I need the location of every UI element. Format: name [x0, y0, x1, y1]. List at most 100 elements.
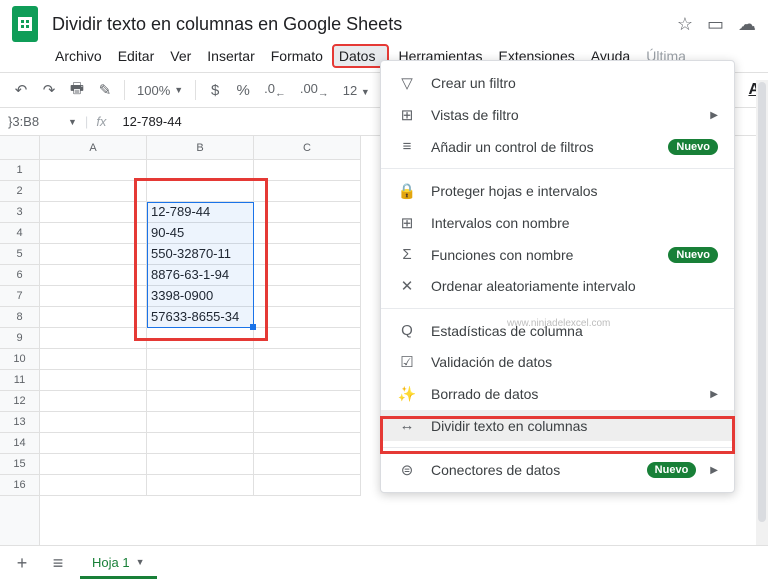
menu-item-validación-de-datos[interactable]: ☑Validación de datos — [381, 346, 734, 378]
chevron-down-icon[interactable]: ▼ — [136, 557, 145, 567]
cell[interactable] — [254, 412, 361, 433]
cell[interactable] — [254, 328, 361, 349]
percent-icon[interactable]: % — [230, 77, 256, 103]
cell[interactable] — [147, 412, 254, 433]
cell[interactable] — [254, 223, 361, 244]
cell[interactable] — [40, 412, 147, 433]
print-icon[interactable]: 🖶 — [64, 77, 90, 103]
currency-icon[interactable]: $ — [202, 77, 228, 103]
menu-item-funciones-con-nombre[interactable]: ΣFunciones con nombreNuevo — [381, 239, 734, 270]
menu-item-intervalos-con-nombre[interactable]: ⊞Intervalos con nombre — [381, 207, 734, 239]
cell[interactable] — [147, 181, 254, 202]
sheet-tab[interactable]: Hoja 1▼ — [80, 549, 157, 579]
cell[interactable] — [40, 391, 147, 412]
cell[interactable] — [254, 391, 361, 412]
sheets-logo[interactable] — [12, 6, 38, 42]
cell[interactable] — [254, 181, 361, 202]
document-title[interactable]: Dividir texto en columnas en Google Shee… — [48, 12, 667, 37]
menu-item-ordenar-aleatoriamente-intervalo[interactable]: ✕Ordenar aleatoriamente intervalo — [381, 270, 734, 302]
zoom-dropdown[interactable]: 100%▼ — [131, 83, 189, 98]
cell[interactable] — [254, 433, 361, 454]
cell[interactable] — [40, 202, 147, 223]
cell[interactable]: 12-789-44 — [147, 202, 254, 223]
undo-icon[interactable]: ↶ — [8, 77, 34, 103]
row-header[interactable]: 12 — [0, 391, 39, 412]
row-header[interactable]: 10 — [0, 349, 39, 370]
row-header[interactable]: 16 — [0, 475, 39, 496]
cell[interactable] — [147, 454, 254, 475]
cell[interactable] — [254, 475, 361, 496]
menu-item-borrado-de-datos[interactable]: ✨Borrado de datos▶ — [381, 378, 734, 410]
cell[interactable] — [147, 391, 254, 412]
cell[interactable] — [254, 265, 361, 286]
cell[interactable] — [147, 328, 254, 349]
select-all-corner[interactable] — [0, 136, 40, 160]
row-header[interactable]: 8 — [0, 307, 39, 328]
cell[interactable] — [147, 349, 254, 370]
cloud-icon[interactable]: ☁ — [738, 14, 756, 35]
cell[interactable] — [147, 475, 254, 496]
cell-reference[interactable]: }3:B8 — [8, 114, 68, 129]
cell[interactable] — [147, 160, 254, 181]
row-header[interactable]: 13 — [0, 412, 39, 433]
menu-item-conectores-de-datos[interactable]: ⊜Conectores de datosNuevo▶ — [381, 454, 734, 486]
move-icon[interactable]: ▭ — [707, 14, 724, 35]
row-header[interactable]: 14 — [0, 433, 39, 454]
increase-decimal-icon[interactable]: .00→ — [294, 81, 335, 100]
col-header-b[interactable]: B — [147, 136, 254, 159]
col-header-c[interactable]: C — [254, 136, 361, 159]
menu-item-dividir-texto-en-columnas[interactable]: ↔Dividir texto en columnas — [381, 410, 734, 441]
cell[interactable] — [40, 475, 147, 496]
chevron-down-icon[interactable]: ▼ — [68, 117, 77, 127]
cell[interactable] — [40, 307, 147, 328]
cell[interactable] — [40, 454, 147, 475]
cell[interactable]: 3398-0900 — [147, 286, 254, 307]
decrease-decimal-icon[interactable]: .0← — [258, 81, 292, 100]
cell[interactable]: 550-32870-11 — [147, 244, 254, 265]
star-icon[interactable]: ☆ — [677, 14, 693, 35]
cell[interactable] — [40, 433, 147, 454]
cell[interactable]: 90-45 — [147, 223, 254, 244]
row-header[interactable]: 3 — [0, 202, 39, 223]
row-header[interactable]: 6 — [0, 265, 39, 286]
cell[interactable] — [254, 349, 361, 370]
cell[interactable] — [40, 349, 147, 370]
menu-formato[interactable]: Formato — [264, 44, 330, 68]
cell[interactable] — [40, 286, 147, 307]
menu-insertar[interactable]: Insertar — [200, 44, 261, 68]
menu-item-proteger-hojas-e-intervalos[interactable]: 🔒Proteger hojas e intervalos — [381, 175, 734, 207]
cell[interactable] — [40, 328, 147, 349]
menu-ver[interactable]: Ver — [163, 44, 198, 68]
row-header[interactable]: 4 — [0, 223, 39, 244]
cell[interactable] — [254, 286, 361, 307]
cell[interactable] — [147, 370, 254, 391]
menu-archivo[interactable]: Archivo — [48, 44, 109, 68]
cell[interactable] — [40, 265, 147, 286]
cell[interactable] — [254, 307, 361, 328]
cell[interactable] — [40, 244, 147, 265]
redo-icon[interactable]: ↷ — [36, 77, 62, 103]
cell[interactable] — [40, 370, 147, 391]
menu-item-añadir-un-control-de-filtros[interactable]: ≡Añadir un control de filtrosNuevo — [381, 131, 734, 162]
cell[interactable] — [254, 370, 361, 391]
cell[interactable] — [40, 181, 147, 202]
cell[interactable]: 57633-8655-34 — [147, 307, 254, 328]
row-header[interactable]: 7 — [0, 286, 39, 307]
cell[interactable] — [254, 244, 361, 265]
row-header[interactable]: 11 — [0, 370, 39, 391]
cell[interactable] — [254, 454, 361, 475]
cell[interactable] — [40, 223, 147, 244]
row-header[interactable]: 5 — [0, 244, 39, 265]
add-sheet-icon[interactable]: + — [8, 550, 36, 578]
paint-format-icon[interactable]: ✎ — [92, 77, 118, 103]
all-sheets-icon[interactable]: ≡ — [44, 550, 72, 578]
cell[interactable] — [40, 160, 147, 181]
row-header[interactable]: 2 — [0, 181, 39, 202]
formula-content[interactable]: 12-789-44 — [122, 114, 181, 129]
menu-item-vistas-de-filtro[interactable]: ⊞Vistas de filtro▶ — [381, 99, 734, 131]
row-header[interactable]: 9 — [0, 328, 39, 349]
row-header[interactable]: 15 — [0, 454, 39, 475]
more-formats-dropdown[interactable]: 12 ▼ — [337, 83, 376, 98]
menu-editar[interactable]: Editar — [111, 44, 162, 68]
cell[interactable]: 8876-63-1-94 — [147, 265, 254, 286]
